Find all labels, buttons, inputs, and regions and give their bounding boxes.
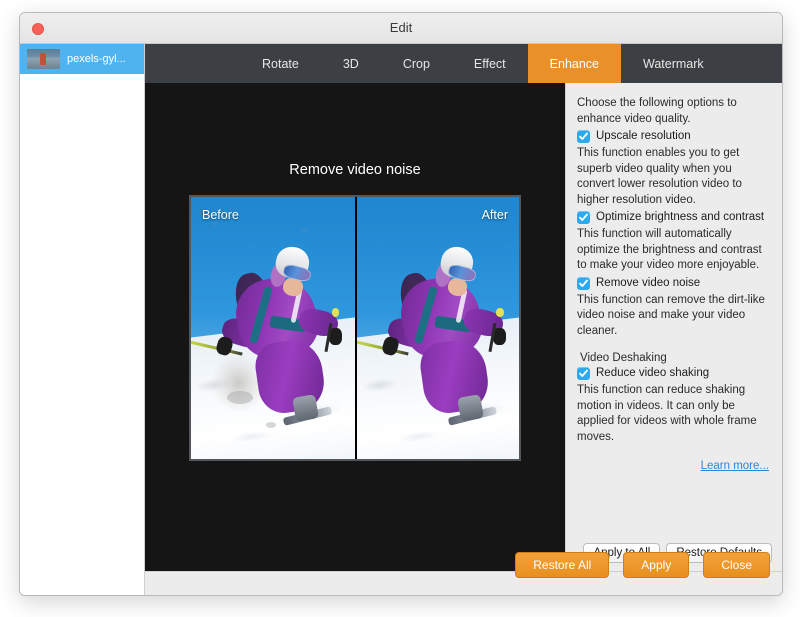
enhance-options-panel: Choose the following options to enhance …: [565, 83, 782, 571]
after-label: After: [481, 208, 508, 222]
before-label: Before: [202, 208, 239, 222]
learn-more-link[interactable]: Learn more...: [701, 460, 769, 472]
ski-boot: [292, 394, 320, 422]
preview-stage: Remove video noise Before After: [145, 83, 565, 571]
preview-title: Remove video noise: [289, 162, 421, 178]
options-scroll-area: Choose the following options to enhance …: [566, 83, 782, 535]
checkbox-row-upscale-resolution[interactable]: Upscale resolution: [577, 129, 771, 144]
tab-crop[interactable]: Crop: [381, 44, 452, 83]
tab-watermark[interactable]: Watermark: [621, 44, 726, 83]
file-name-label: pexels-gyl...: [67, 53, 126, 65]
checkbox-checked-icon[interactable]: [577, 276, 590, 290]
ski-pole-grip: [496, 308, 504, 317]
checkbox-label: Remove video noise: [596, 276, 701, 289]
title-bar: Edit: [20, 13, 782, 44]
window-footer: Restore All Apply Close: [145, 552, 782, 595]
skier-figure: [357, 197, 519, 459]
close-button[interactable]: Close: [703, 552, 770, 578]
option-description-remove-video-noise: This function can remove the dirt-like v…: [577, 293, 765, 337]
tabbar-spacer: [145, 44, 240, 83]
apply-button[interactable]: Apply: [623, 552, 690, 578]
preview-pane-before: Before: [191, 197, 355, 459]
group-label-video-deshaking: Video Deshaking: [580, 352, 667, 364]
before-after-comparison: Before After: [189, 195, 521, 461]
glove-left: [214, 335, 235, 358]
preview-pane-after: After: [355, 197, 519, 459]
checkbox-label: Upscale resolution: [596, 130, 691, 142]
glove-left: [380, 335, 400, 358]
video-thumbnail-icon: [27, 49, 60, 69]
edit-window: Edit pexels-gyl... Rotate 3D Crop Effect…: [19, 12, 783, 596]
checkbox-checked-icon[interactable]: [577, 211, 590, 224]
window-body: pexels-gyl... Rotate 3D Crop Effect Enha…: [20, 44, 782, 595]
ski-pole-grip: [332, 308, 340, 317]
footer-button-group: Restore All Apply Close: [515, 552, 770, 578]
window-title: Edit: [389, 20, 413, 35]
checkbox-row-optimize-brightness-and-contrast[interactable]: Optimize brightness and contrast: [577, 210, 771, 225]
restore-all-button[interactable]: Restore All: [515, 552, 610, 578]
tab-effect[interactable]: Effect: [452, 44, 528, 83]
checkbox-label: Reduce video shaking: [596, 367, 710, 379]
tab-rotate[interactable]: Rotate: [240, 44, 321, 83]
learn-more-container: Learn more...: [577, 456, 771, 474]
ski-boot: [457, 394, 484, 422]
skier-figure: [191, 197, 355, 459]
checkbox-row-reduce-video-shaking[interactable]: Reduce video shaking: [577, 366, 771, 381]
option-description-upscale-resolution: This function enables you to get superb …: [577, 147, 742, 206]
list-item[interactable]: pexels-gyl...: [20, 44, 144, 74]
checkbox-checked-icon[interactable]: [577, 367, 590, 380]
edit-tab-bar: Rotate 3D Crop Effect Enhance Watermark: [145, 44, 782, 83]
options-lead-text: Choose the following options to enhance …: [577, 97, 737, 125]
option-description-reduce-video-shaking: This function can reduce shaking motion …: [577, 384, 757, 443]
option-description-optimize-brightness-and-contrast: This function will automatically optimiz…: [577, 228, 762, 271]
checkbox-checked-icon[interactable]: [577, 130, 590, 143]
app-root: Edit pexels-gyl... Rotate 3D Crop Effect…: [0, 0, 800, 617]
tab-enhance[interactable]: Enhance: [527, 44, 622, 83]
checkbox-label: Optimize brightness and contrast: [596, 211, 765, 223]
checkbox-row-remove-video-noise[interactable]: Remove video noise: [577, 276, 771, 291]
tab-3d[interactable]: 3D: [321, 44, 381, 83]
file-list-sidebar: pexels-gyl...: [20, 44, 145, 595]
